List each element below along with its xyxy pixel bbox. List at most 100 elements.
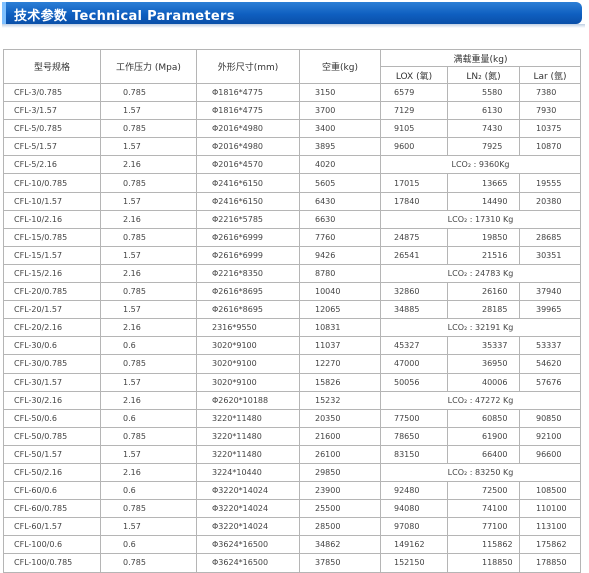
cell-ln2: 118850 [447,553,520,573]
section-header-banner: 技术参数 Technical Parameters [2,2,582,24]
table-row: CFL-5/1.57 1.57 Φ2016*4980 3895 9600 7925 1087… [3,137,582,157]
cell-lox: 77500 [380,408,448,428]
cell-ln2: 6130 [447,101,520,121]
cell-dimensions: Φ1816*4775 [196,101,300,121]
cell-dimensions: Φ3624*16500 [196,535,300,555]
cell-model: CFL-50/1.57 [3,444,101,464]
cell-lar: 10375 [518,119,582,139]
cell-dimensions: 3020*9100 [196,354,300,374]
cell-ln2: 77100 [447,517,520,537]
cell-lar: 39965 [518,300,582,320]
cell-empty-weight: 23900 [299,481,381,501]
cell-pressure: 0.785 [100,553,197,573]
cell-empty-weight: 3400 [299,119,381,139]
cell-empty-weight: 12270 [299,354,381,374]
cell-pressure: 0.785 [100,426,197,446]
cell-lox: 17015 [380,173,448,193]
cell-empty-weight: 4020 [299,155,381,175]
table-row: CFL-15/2.16 2.16 Φ2216*8350 8780 LCO₂ : 2478… [3,263,582,284]
cell-dimensions: Φ3220*14024 [196,517,300,537]
cell-model: CFL-30/0.6 [3,336,101,356]
table-row: CFL-50/0.785 0.785 3220*11480 21600 78650 619… [3,426,582,446]
cell-pressure: 0.785 [100,82,197,103]
cell-pressure: 2.16 [100,263,197,284]
cell-model: CFL-50/0.6 [3,408,101,428]
cell-dimensions: Φ2616*6999 [196,227,300,247]
cell-empty-weight: 11037 [299,336,381,356]
cell-lco2-full-weight: LCO₂ : 17310 Kg [379,209,582,229]
cell-model: CFL-5/1.57 [3,137,101,157]
cell-lar: 96600 [518,444,582,464]
header-empty-weight: 空重(kg) [299,49,381,84]
cell-empty-weight: 3150 [299,82,381,103]
cell-model: CFL-50/2.16 [3,462,101,483]
cell-pressure: 1.57 [100,101,197,121]
table-row: CFL-100/0.785 0.785 Φ3624*16500 37850 152150… [3,553,582,573]
cell-ln2: 28185 [447,300,520,320]
cell-lar: 90850 [518,408,582,428]
table-row: CFL-50/2.16 2.16 3224*10440 29850 LCO₂ : 832… [3,462,582,483]
table-row: CFL-5/0.785 0.785 Φ2016*4980 3400 9105 7430 10… [3,119,582,139]
cell-model: CFL-10/1.57 [3,191,101,211]
table-row: CFL-5/2.16 2.16 Φ2016*4570 4020 LCO₂ : 9360K… [3,155,582,175]
cell-dimensions: 3220*11480 [196,444,300,464]
cell-dimensions: Φ2216*5785 [196,209,300,229]
cell-model: CFL-10/0.785 [3,173,101,193]
table-header-row: 型号规格 工作压力 (Mpa) 外形尺寸(mm) 空重(kg) 满载重量(kg) [3,49,582,84]
table-row: CFL-20/2.16 2.16 2316*9550 10831 LCO₂ : 3219… [3,318,582,338]
cell-dimensions: Φ3220*14024 [196,499,300,519]
cell-empty-weight: 8780 [299,263,381,284]
cell-lco2-full-weight: LCO₂ : 9360Kg [379,155,582,175]
cell-pressure: 0.785 [100,173,197,193]
cell-dimensions: Φ3220*14024 [196,481,300,501]
cell-ln2: 5580 [447,82,520,103]
cell-ln2: 115862 [447,535,520,555]
cell-empty-weight: 21600 [299,426,381,446]
cell-lox: 92480 [380,481,448,501]
header-dimensions: 外形尺寸(mm) [196,49,300,84]
cell-lco2-full-weight: LCO₂ : 32191 Kg [379,318,582,338]
cell-pressure: 2.16 [100,462,197,483]
cell-dimensions: Φ2216*8350 [196,263,300,284]
cell-pressure: 1.57 [100,517,197,537]
cell-pressure: 2.16 [100,155,197,175]
cell-model: CFL-5/0.785 [3,119,101,139]
table-row: CFL-15/0.785 0.785 Φ2616*6999 7760 24875 1985… [3,227,582,247]
cell-lar: 54620 [518,354,582,374]
cell-empty-weight: 6430 [299,191,381,211]
cell-empty-weight: 9426 [299,245,381,265]
banner-accent-bar [2,2,6,24]
table-row: CFL-50/0.6 0.6 3220*11480 20350 77500 60850 90… [3,408,582,428]
cell-lar: 7930 [518,101,582,121]
cell-lar: 20380 [518,191,582,211]
cell-dimensions: Φ2016*4980 [196,137,300,157]
cell-ln2: 40006 [447,372,520,392]
table-row: CFL-20/1.57 1.57 Φ2616*8695 12065 34885 28185… [3,300,582,320]
cell-empty-weight: 37850 [299,553,381,573]
cell-pressure: 0.6 [100,336,197,356]
cell-dimensions: 3020*9100 [196,372,300,392]
table-row: CFL-60/0.785 0.785 Φ3220*14024 25500 94080 74… [3,499,582,519]
header-ln2: LN₂ (氮) [447,66,520,84]
cell-lox: 47000 [380,354,448,374]
cell-lar: 178850 [518,553,582,573]
cell-model: CFL-5/2.16 [3,155,101,175]
table-row: CFL-30/2.16 2.16 Φ2620*10188 15232 LCO₂ : 47… [3,390,582,410]
cell-lox: 50056 [380,372,448,392]
cell-lox: 94080 [380,499,448,519]
cell-lox: 34885 [380,300,448,320]
cell-lox: 97080 [380,517,448,537]
cell-model: CFL-10/2.16 [3,209,101,229]
cell-lco2-full-weight: LCO₂ : 24783 Kg [379,263,582,284]
table-row: CFL-20/0.785 0.785 Φ2616*8695 10040 32860 261… [3,282,582,302]
cell-ln2: 74100 [447,499,520,519]
cell-lco2-full-weight: LCO₂ : 83250 Kg [379,462,582,483]
cell-empty-weight: 3700 [299,101,381,121]
cell-lar: 110100 [518,499,582,519]
technical-parameters-table: 型号规格 工作压力 (Mpa) 外形尺寸(mm) 空重(kg) 满载重量(kg)… [3,49,582,573]
cell-empty-weight: 29850 [299,462,381,483]
table-row: CFL-60/1.57 1.57 Φ3220*14024 28500 97080 7710… [3,517,582,537]
table-row: CFL-10/1.57 1.57 Φ2416*6150 6430 17840 14490 2… [3,191,582,211]
cell-dimensions: Φ2016*4570 [196,155,300,175]
cell-model: CFL-50/0.785 [3,426,101,446]
